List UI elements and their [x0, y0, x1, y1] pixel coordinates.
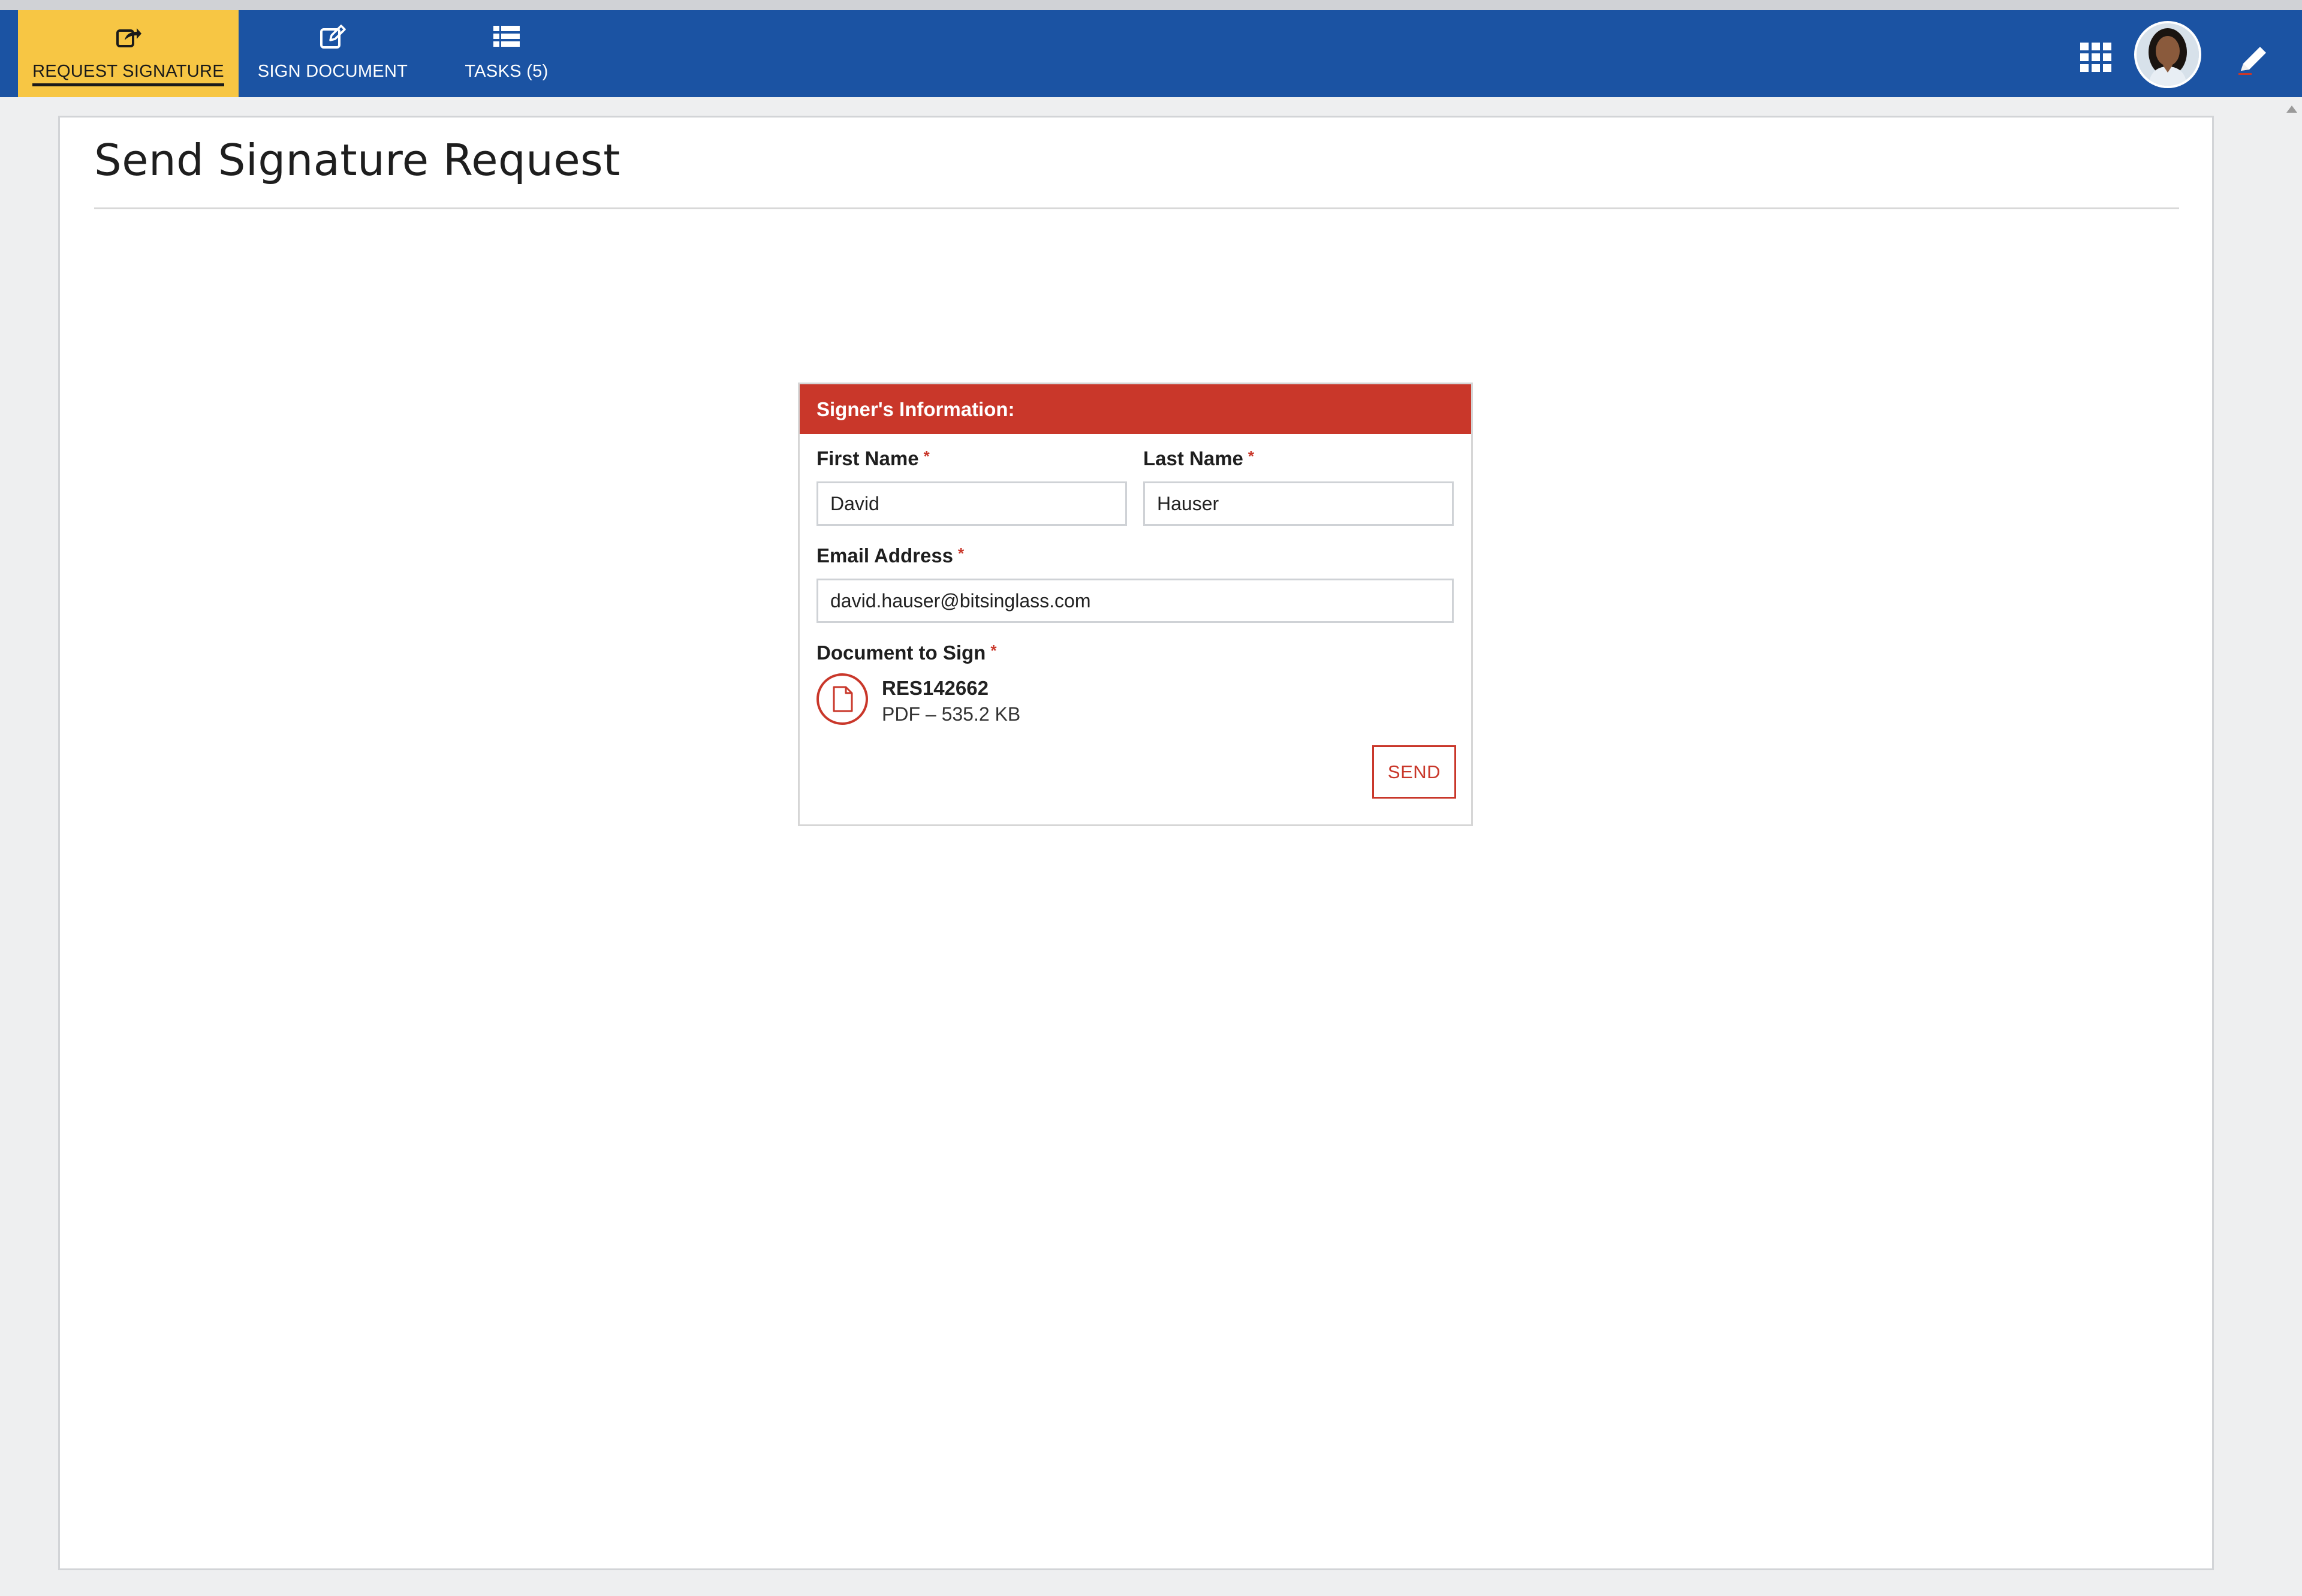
page-title: Send Signature Request: [94, 135, 620, 185]
last-name-label: Last Name *: [1143, 447, 1254, 470]
email-label: Email Address *: [816, 544, 964, 567]
signer-info-header: Signer's Information:: [800, 384, 1471, 434]
list-icon: [493, 26, 520, 47]
send-button[interactable]: SEND: [1372, 745, 1456, 799]
first-name-label-text: First Name: [816, 447, 919, 469]
document-name[interactable]: RES142662: [882, 677, 989, 700]
signer-info-card: Signer's Information: First Name* Last N…: [798, 383, 1473, 826]
email-input[interactable]: [816, 579, 1454, 623]
required-marker: *: [990, 642, 997, 660]
tab-sign-document[interactable]: SIGN DOCUMENT: [240, 10, 426, 97]
first-name-label: First Name *: [816, 447, 930, 470]
title-divider: [94, 207, 2179, 209]
first-name-input[interactable]: [816, 481, 1127, 526]
email-label-text: Email Address: [816, 544, 954, 567]
scroll-up-arrow[interactable]: [2286, 106, 2297, 113]
document-label-text: Document to Sign: [816, 642, 986, 664]
edit-icon: [320, 25, 346, 49]
document-label: Document to Sign *: [816, 642, 996, 664]
required-marker: *: [958, 544, 965, 562]
tab-request-signature[interactable]: REQUEST SIGNATURE: [18, 10, 239, 97]
required-marker: *: [1248, 447, 1255, 465]
tab-tasks-label: TASKS (5): [465, 62, 549, 81]
tab-request-signature-label: REQUEST SIGNATURE: [32, 62, 224, 86]
document-meta: PDF – 535.2 KB: [882, 703, 1021, 725]
avatar[interactable]: [2134, 21, 2201, 88]
main-panel: [58, 116, 2214, 1570]
pencil-icon[interactable]: [2236, 43, 2270, 77]
tab-tasks[interactable]: TASKS (5): [444, 10, 570, 97]
document-icon[interactable]: [816, 673, 868, 725]
required-marker: *: [923, 447, 930, 465]
apps-grid-icon[interactable]: [2079, 40, 2113, 74]
last-name-label-text: Last Name: [1143, 447, 1243, 469]
share-icon: [116, 28, 141, 47]
last-name-input[interactable]: [1143, 481, 1454, 526]
top-nav-bar: REQUEST SIGNATURE SIGN DOCUMENT TASKS (5…: [0, 0, 2302, 97]
tab-sign-document-label: SIGN DOCUMENT: [257, 62, 408, 81]
